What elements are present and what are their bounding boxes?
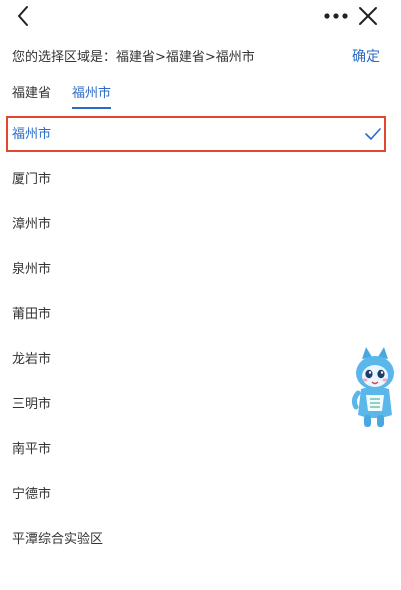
region-tabs: 福建省 福州市: [0, 82, 401, 109]
chevron-left-icon: [18, 6, 28, 26]
city-item-label: 龙岩市: [12, 352, 52, 367]
city-item-label: 泉州市: [12, 262, 52, 277]
city-item-label: 平潭综合实验区: [12, 532, 104, 547]
city-item-label: 南平市: [12, 442, 52, 457]
more-dots-icon: [324, 13, 348, 19]
more-button[interactable]: [322, 4, 350, 28]
city-item-label: 莆田市: [12, 307, 52, 322]
checkmark-icon: [365, 128, 381, 140]
city-item-label: 漳州市: [12, 217, 52, 232]
tab-province[interactable]: 福建省: [12, 82, 51, 107]
top-nav-bar: [0, 0, 401, 32]
city-item-nanping[interactable]: 南平市: [0, 427, 401, 472]
city-item-label: 三明市: [12, 397, 52, 412]
city-item-fuzhou[interactable]: 福州市: [0, 112, 401, 157]
city-item-zhangzhou[interactable]: 漳州市: [0, 202, 401, 247]
region-picker-page: 您的选择区域是：福建省>福建省>福州市 确定 福建省 福州市 福州市 厦门市 漳…: [0, 0, 401, 590]
mascot-icon: [351, 347, 394, 427]
city-item-label: 福州市: [12, 127, 52, 142]
city-item-label: 厦门市: [12, 172, 52, 187]
city-item-ningde[interactable]: 宁德市: [0, 472, 401, 517]
city-item-label: 宁德市: [12, 487, 52, 502]
city-list: 福州市 厦门市 漳州市 泉州市 莆田市 龙岩市 三明市 南平市 宁德市 平潭综合…: [0, 112, 401, 562]
city-item-sanming[interactable]: 三明市: [0, 382, 401, 427]
tab-city[interactable]: 福州市: [72, 82, 112, 109]
city-item-pingtan[interactable]: 平潭综合实验区: [0, 517, 401, 562]
close-icon: [359, 7, 377, 25]
close-button[interactable]: [356, 4, 380, 28]
back-button[interactable]: [12, 4, 36, 28]
city-item-quanzhou[interactable]: 泉州市: [0, 247, 401, 292]
confirm-button[interactable]: 确定: [352, 46, 380, 66]
city-item-longyan[interactable]: 龙岩市: [0, 337, 401, 382]
mascot-button[interactable]: [351, 345, 396, 431]
city-item-xiamen[interactable]: 厦门市: [0, 157, 401, 202]
selection-summary: 您的选择区域是：福建省>福建省>福州市: [12, 50, 255, 65]
city-item-putian[interactable]: 莆田市: [0, 292, 401, 337]
